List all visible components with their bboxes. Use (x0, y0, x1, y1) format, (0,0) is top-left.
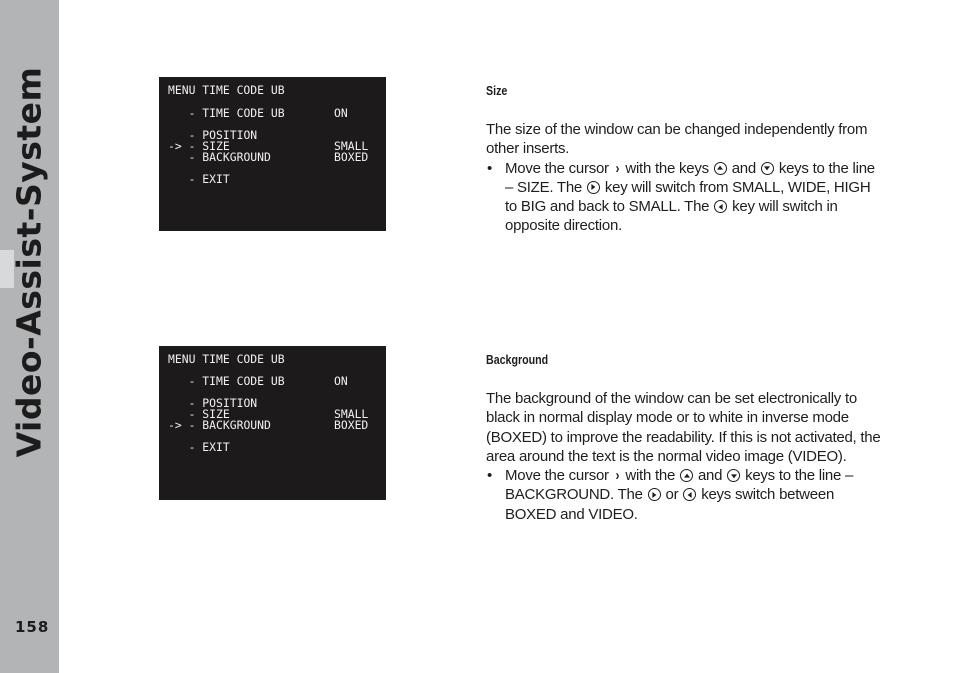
bullet-text: and (697, 467, 723, 485)
osd-row-label: - BACKGROUND (181, 150, 271, 164)
osd-row-background: - BACKGROUND (168, 150, 271, 164)
osd-screen-size: MENU TIME CODE UB - TIME CODE UB ON - PO… (159, 77, 386, 231)
bullet-text: Move the cursor (505, 159, 609, 177)
osd-row-exit: - EXIT (168, 440, 230, 454)
cursor-icon: › (615, 159, 619, 177)
osd-screen-background: MENU TIME CODE UB - TIME CODE UB ON - PO… (159, 346, 386, 500)
key-left-icon (714, 200, 728, 214)
section-size: Size The size of the window can be chang… (486, 81, 881, 236)
section-paragraph: The background of the window can be set … (486, 390, 881, 465)
osd-row-value: ON (334, 374, 348, 388)
key-up-icon (680, 469, 694, 483)
osd-row-label: - TIME CODE UB (181, 374, 285, 388)
cursor-icon: › (615, 467, 619, 485)
osd-row-value: BOXED (334, 150, 369, 164)
bullet-text: or (665, 486, 679, 504)
osd-cursor (168, 150, 182, 164)
key-down-icon (727, 469, 741, 483)
key-left-icon (683, 488, 697, 502)
section-heading: Background (486, 352, 549, 367)
bullet-text: and (731, 159, 757, 177)
osd-row-label: - BACKGROUND (181, 418, 271, 432)
section-heading: Size (486, 83, 508, 98)
key-down-icon (760, 161, 774, 175)
osd-cursor (168, 374, 182, 388)
osd-row-exit: - EXIT (168, 172, 230, 186)
bullet-dot: • (487, 467, 493, 485)
chapter-title: Video-Assist-System (9, 66, 49, 458)
bullet-dot: • (487, 159, 493, 177)
page-number: 158 (15, 618, 50, 636)
section-paragraph: The size of the window can be changed in… (486, 121, 868, 158)
bullet-item: • Move the cursor › with the and keys to… (486, 466, 881, 524)
key-right-icon (647, 488, 661, 502)
osd-row-value: ON (334, 106, 348, 120)
osd-cursor: -> (168, 418, 182, 432)
section-background: Background The background of the window … (486, 350, 881, 524)
osd-row-time-code-ub: - TIME CODE UB (168, 106, 285, 120)
osd-row-label: - EXIT (181, 172, 230, 186)
key-up-icon (713, 161, 727, 175)
osd-row-label: - TIME CODE UB (181, 106, 285, 120)
osd-cursor (168, 440, 182, 454)
osd-cursor (168, 172, 182, 186)
bullet-text: with the (625, 467, 676, 485)
osd-title: MENU TIME CODE UB (168, 352, 285, 366)
bullet-item: • Move the cursor › with the keys and ke… (486, 159, 881, 236)
osd-row-value: BOXED (334, 418, 369, 432)
bullet-text: with the keys (625, 159, 709, 177)
sidebar: Video-Assist-System 158 (0, 0, 59, 673)
key-right-icon (586, 180, 600, 194)
osd-title: MENU TIME CODE UB (168, 83, 285, 97)
osd-row-label: - EXIT (181, 440, 230, 454)
osd-row-time-code-ub: - TIME CODE UB (168, 374, 285, 388)
bullet-text: Move the cursor (505, 467, 609, 485)
osd-row-background: -> - BACKGROUND (168, 418, 271, 432)
osd-cursor (168, 106, 182, 120)
